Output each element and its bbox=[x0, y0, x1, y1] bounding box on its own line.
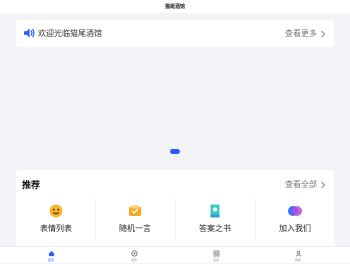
profile-icon bbox=[295, 250, 301, 257]
tab-profile[interactable]: 我的 bbox=[278, 250, 318, 264]
tab-apps[interactable]: 应用 bbox=[196, 250, 236, 264]
notice-more-link[interactable]: 查看更多 bbox=[285, 28, 326, 39]
tab-discover[interactable]: 发现 bbox=[114, 250, 154, 264]
notice-text: 欢迎光临猫尾酒馆 bbox=[38, 29, 102, 38]
message-icon bbox=[129, 205, 141, 216]
recommend-item-label: 加入我们 bbox=[279, 224, 311, 233]
recommend-item-label: 表情列表 bbox=[40, 224, 72, 233]
recommend-more-link[interactable]: 查看全部 bbox=[285, 179, 326, 190]
tab-home[interactable]: 首页 bbox=[31, 250, 71, 264]
home-icon bbox=[48, 251, 54, 257]
tab-label: 发现 bbox=[130, 258, 137, 262]
recommend-item-random-quote[interactable]: 随机一言 bbox=[95, 203, 175, 239]
notice-more-label: 查看更多 bbox=[285, 29, 317, 38]
chevron-right-icon bbox=[321, 181, 326, 188]
bottom-tab-bar: 首页 发现 应用 我的 bbox=[0, 246, 350, 263]
emoji-icon bbox=[49, 204, 63, 218]
app-title: 猫尾酒馆 bbox=[164, 4, 185, 10]
recommend-more-label: 查看全部 bbox=[285, 180, 317, 189]
tab-label: 首页 bbox=[47, 258, 54, 262]
discover-icon bbox=[131, 250, 137, 257]
recommend-title: 推荐 bbox=[22, 181, 41, 191]
recommend-item-join-us[interactable]: 加入我们 bbox=[255, 203, 335, 239]
recommend-item-label: 随机一言 bbox=[119, 224, 151, 233]
recommend-item-emoji-list[interactable]: 表情列表 bbox=[16, 203, 96, 239]
tab-label: 应用 bbox=[212, 258, 219, 262]
notice-bar[interactable]: 欢迎光临猫尾酒馆 查看更多 bbox=[16, 20, 334, 47]
join-icon bbox=[288, 206, 302, 216]
chevron-right-icon bbox=[321, 30, 326, 37]
apps-icon bbox=[213, 250, 219, 257]
tab-label: 我的 bbox=[294, 258, 301, 262]
recommend-item-answer-book[interactable]: 答案之书 bbox=[175, 203, 255, 239]
book-icon bbox=[210, 204, 220, 218]
banner-indicator-dot[interactable] bbox=[170, 149, 180, 154]
top-bar: 猫尾酒馆 bbox=[0, 0, 350, 13]
recommend-item-label: 答案之书 bbox=[199, 224, 231, 233]
speaker-icon bbox=[24, 28, 35, 38]
